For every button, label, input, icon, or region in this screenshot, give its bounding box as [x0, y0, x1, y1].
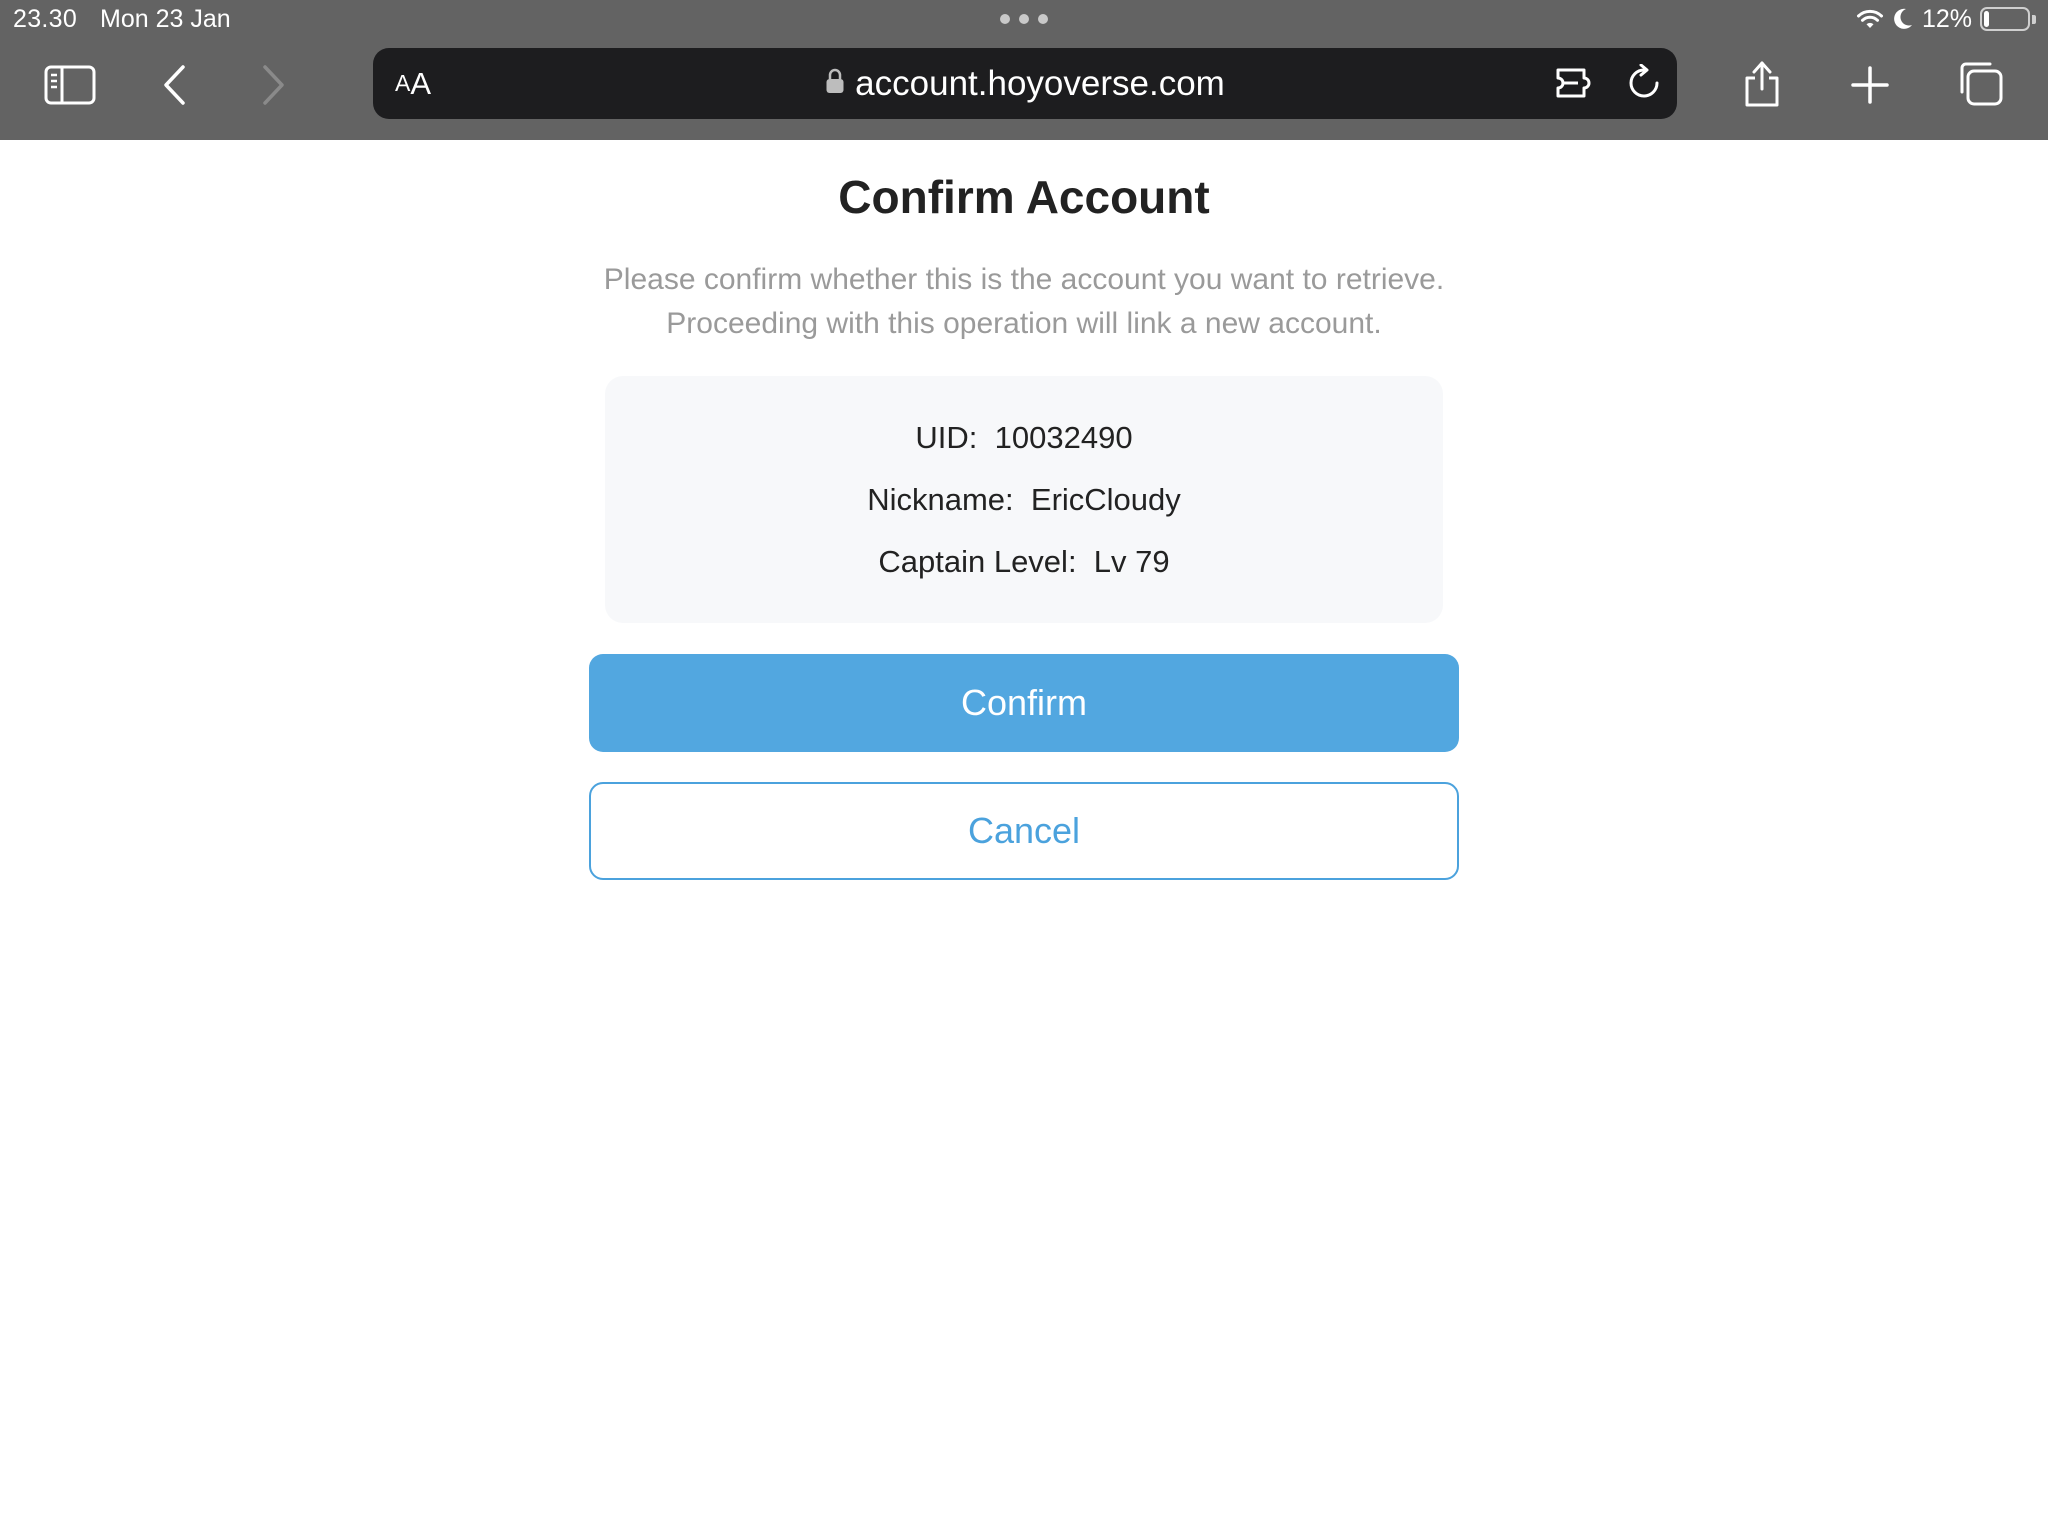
- info-value-captain-level: Lv 79: [1093, 543, 1170, 579]
- page-content: Confirm Account Please confirm whether t…: [0, 140, 2048, 1536]
- info-row-nickname: Nickname: EricCloudy: [867, 479, 1181, 521]
- battery-percent: 12%: [1921, 4, 1972, 33]
- url-text[interactable]: account.hoyoverse.com: [855, 64, 1225, 104]
- info-label: UID: [915, 419, 969, 455]
- url-display: account.hoyoverse.com: [373, 48, 1677, 119]
- info-value-uid: 10032490: [994, 419, 1133, 455]
- account-info-card: UID: 10032490 Nickname: EricCloudy Capta…: [605, 376, 1443, 623]
- tabs-overview-icon[interactable]: [1954, 58, 2006, 110]
- info-row-uid: UID: 10032490: [915, 417, 1132, 459]
- page-description: Please confirm whether this is the accou…: [0, 258, 2048, 346]
- moon-icon: [1892, 7, 1914, 31]
- info-value-nickname: EricCloudy: [1030, 481, 1181, 517]
- sidebar-icon[interactable]: [40, 60, 100, 110]
- new-tab-icon[interactable]: [1849, 60, 1891, 110]
- wifi-icon: [1856, 8, 1884, 30]
- lock-icon: [825, 64, 845, 104]
- description-line-2: Proceeding with this operation will link…: [666, 307, 1382, 340]
- status-indicators: 12%: [1856, 4, 2036, 34]
- reader-text-size-button[interactable]: AA: [395, 48, 431, 119]
- multitasking-dots-icon[interactable]: [1000, 14, 1048, 26]
- share-icon[interactable]: [1737, 54, 1787, 114]
- forward-icon[interactable]: [253, 60, 293, 110]
- status-date: Mon 23 Jan: [100, 5, 231, 33]
- status-time: 23.30: [13, 5, 78, 33]
- info-separator: :: [1005, 481, 1014, 517]
- address-bar[interactable]: AA account.hoyoverse.com: [373, 48, 1677, 119]
- aa-big-label: A: [410, 65, 432, 101]
- info-label: Nickname: [867, 481, 1006, 517]
- browser-chrome: 23.30 Mon 23 Jan 12% A A account.hoyover…: [0, 0, 2048, 140]
- battery-icon: [1980, 7, 2036, 31]
- confirm-button[interactable]: Confirm: [589, 654, 1459, 752]
- info-row-captain-level: Captain Level: Lv 79: [878, 541, 1169, 583]
- description-line-1: Please confirm whether this is the accou…: [603, 263, 1445, 296]
- info-separator: :: [968, 419, 978, 455]
- cancel-button[interactable]: Cancel: [589, 782, 1459, 880]
- reload-icon[interactable]: [1619, 58, 1669, 108]
- info-label: Captain Level: [878, 543, 1068, 579]
- info-separator: :: [1067, 543, 1077, 579]
- back-icon[interactable]: [155, 60, 195, 110]
- extension-icon[interactable]: [1551, 58, 1601, 108]
- aa-small-label: A: [395, 70, 411, 96]
- page-title: Confirm Account: [838, 171, 1210, 223]
